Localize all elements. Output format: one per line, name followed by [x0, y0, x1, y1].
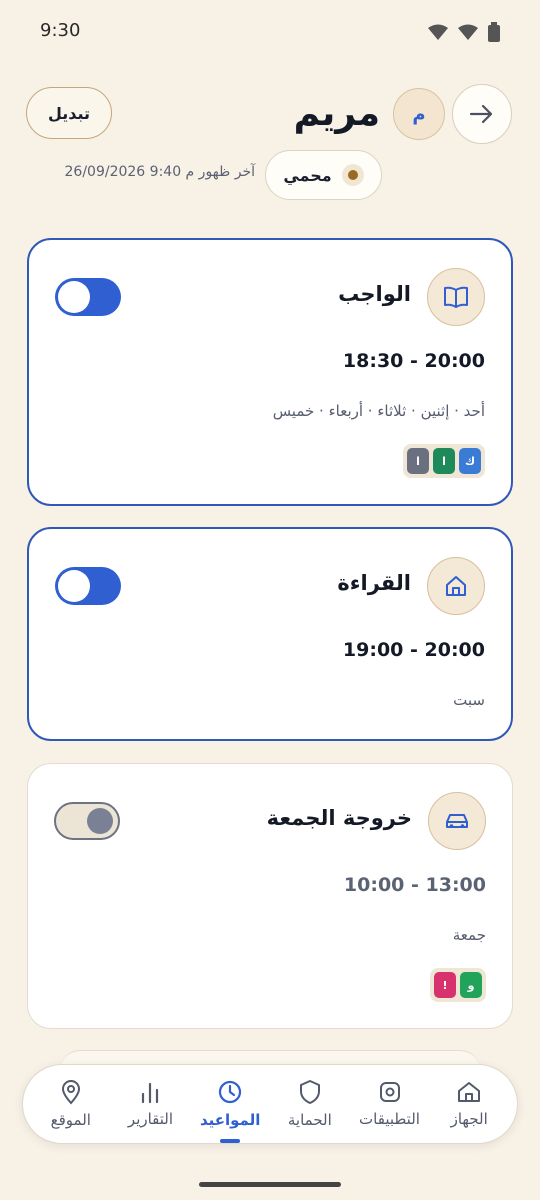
nav-label: الحماية [287, 1111, 332, 1129]
nav-label: التقارير [127, 1110, 174, 1128]
nav-item-protection[interactable]: الحماية [270, 1079, 350, 1129]
status-icons [428, 22, 500, 42]
app-badge: ا [433, 448, 455, 474]
schedules-screen: 9:30 م مريم تبديل محمي آخر ظهور م 9:40 2… [0, 0, 540, 1200]
avatar[interactable]: م [393, 88, 445, 140]
nav-label: المواعيد [199, 1111, 261, 1129]
schedule-time: 19:00 - 20:00 [342, 639, 485, 661]
schedule-title: الواجب [338, 282, 411, 306]
book-icon [427, 268, 485, 326]
home-icon [427, 557, 485, 615]
blocked-apps-badges: و ! [430, 968, 486, 1002]
home-indicator[interactable] [199, 1182, 341, 1187]
nav-item-device[interactable]: الجهاز [429, 1080, 509, 1128]
wifi-icon [428, 24, 448, 40]
status-time: 9:30 [40, 20, 81, 41]
arrow-right-icon [469, 104, 493, 124]
app-badge: و [460, 972, 482, 998]
battery-icon [488, 22, 500, 42]
nav-item-reports[interactable]: التقارير [111, 1080, 191, 1128]
schedule-time: 10:00 - 13:00 [343, 874, 486, 896]
app-badge: ! [434, 972, 456, 998]
schedule-title: خروجة الجمعة [266, 806, 412, 830]
nav-item-apps[interactable]: التطبيقات [350, 1080, 430, 1128]
status-bar: 9:30 [0, 0, 540, 64]
schedule-days: سبت [453, 691, 485, 709]
schedule-toggle[interactable] [55, 278, 121, 316]
switch-child-button[interactable]: تبديل [26, 87, 112, 139]
schedule-title: القراءة [337, 571, 411, 595]
nav-label: الموقع [50, 1111, 91, 1129]
schedule-card-homework[interactable]: الواجب 18:30 - 20:00 أحد · إثنين · ثلاثا… [27, 238, 513, 506]
house-icon [458, 1082, 481, 1102]
back-button[interactable] [452, 84, 512, 144]
protected-status-chip: محمي [265, 150, 382, 200]
app-badge: ا [407, 448, 429, 474]
child-name: مريم [293, 93, 380, 134]
schedule-days: جمعة [452, 926, 486, 944]
schedule-days: أحد · إثنين · ثلاثاء · أربعاء · خميس [272, 402, 485, 420]
schedule-card-reading[interactable]: القراءة 19:00 - 20:00 سبت [27, 527, 513, 741]
location-pin-icon [61, 1080, 80, 1105]
clock-icon [219, 1080, 242, 1104]
schedule-toggle[interactable] [54, 802, 120, 840]
nav-item-location[interactable]: الموقع [31, 1079, 111, 1129]
last-seen-text: آخر ظهور م 9:40 26/09/2026 [64, 164, 256, 180]
active-indicator [220, 1139, 241, 1143]
bottom-navigation: الجهاز التطبيقات الحماية المواعيد التقار… [22, 1064, 518, 1144]
status-dot-icon [341, 164, 364, 186]
shield-icon [299, 1080, 320, 1104]
bar-chart-icon [142, 1082, 159, 1104]
car-icon [428, 792, 486, 850]
nav-item-schedules[interactable]: المواعيد [190, 1079, 270, 1143]
status-label: محمي [283, 165, 332, 185]
schedule-card-friday-outing[interactable]: خروجة الجمعة 10:00 - 13:00 جمعة و ! [27, 763, 513, 1029]
schedule-time: 18:30 - 20:00 [342, 350, 485, 372]
signal-icon [458, 24, 478, 40]
schedule-toggle[interactable] [55, 567, 121, 605]
nav-label: الجهاز [450, 1110, 488, 1128]
nav-label: التطبيقات [359, 1110, 420, 1128]
blocked-apps-badges: ك ا ا [403, 444, 485, 478]
app-badge: ك [459, 448, 481, 474]
apps-icon [379, 1082, 400, 1102]
